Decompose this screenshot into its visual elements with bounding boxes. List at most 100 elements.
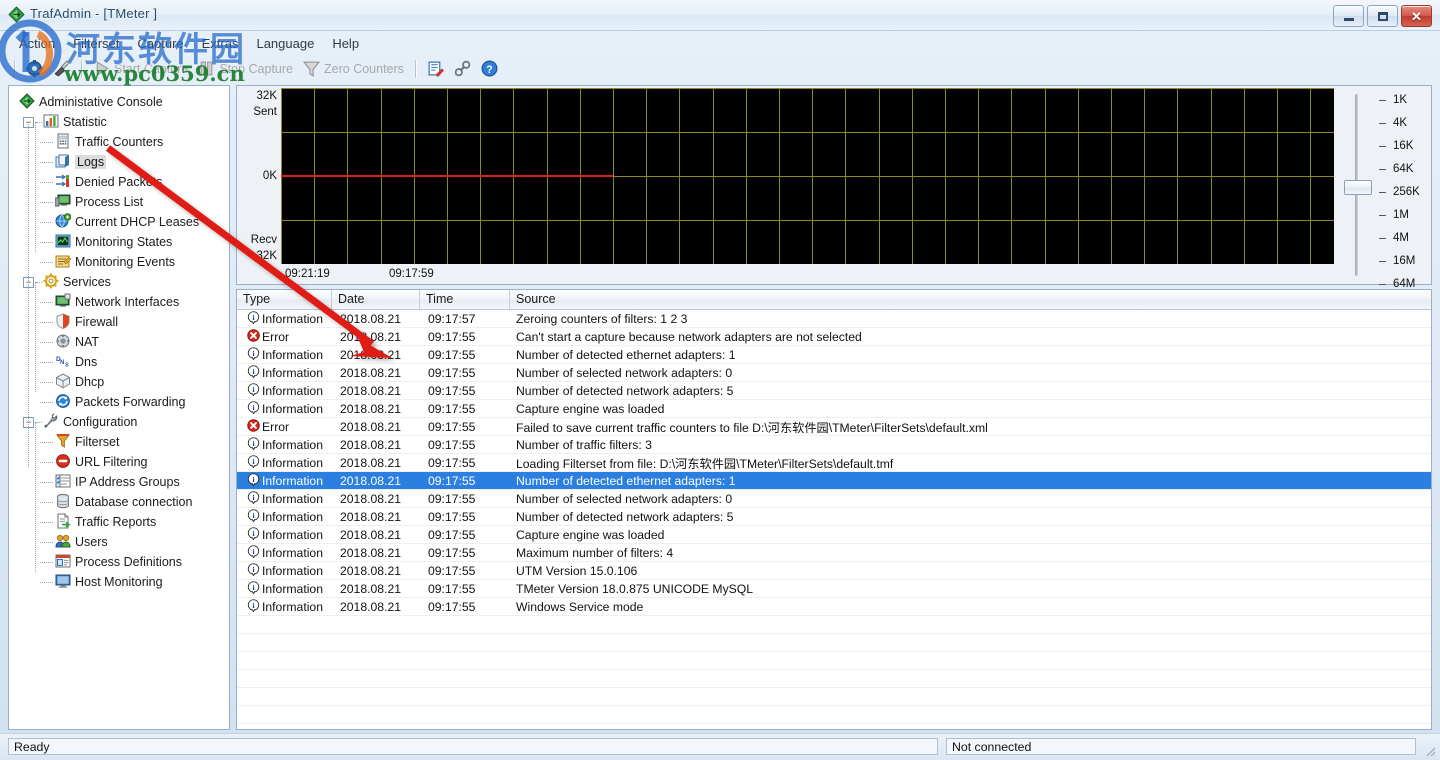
toolbar-clear-button[interactable] [48,58,75,80]
help-button[interactable]: ? [476,58,503,80]
log-table[interactable]: Type Date Time Source iInformation2018.0… [236,289,1432,730]
menu-capture[interactable]: Capture [128,33,192,54]
table-row[interactable]: iInformation2018.08.2109:17:55Capture en… [237,400,1431,418]
minimize-button[interactable] [1333,5,1364,27]
table-row[interactable]: iInformation2018.08.2109:17:55UTM Versio… [237,562,1431,580]
sidebar-item-process-list[interactable]: Process List [9,192,229,212]
link-button[interactable] [449,58,476,80]
menu-language[interactable]: Language [247,33,323,54]
menu-filterset[interactable]: Filterset [64,33,128,54]
table-row[interactable]: iInformation2018.08.2109:17:55Number of … [237,346,1431,364]
table-empty-row [237,670,1431,688]
menu-action[interactable]: Action [10,33,64,54]
sidebar-item-label: Logs [75,155,106,169]
sidebar-item-users[interactable]: Users [9,532,229,552]
table-row[interactable]: iInformation2018.08.2109:17:55Number of … [237,382,1431,400]
sidebar-item-filterset[interactable]: Filterset [9,432,229,452]
edit-filter-button[interactable] [422,58,449,80]
sidebar-item-dns[interactable]: DNSDns [9,352,229,372]
table-row[interactable]: iInformation2018.08.2109:17:55Number of … [237,508,1431,526]
sidebar-item-ip-address-groups[interactable]: IP Address Groups [9,472,229,492]
graph-gridline-v [1144,88,1145,264]
column-header-type[interactable]: Type [237,290,332,309]
sidebar-item-host-monitoring[interactable]: Host Monitoring [9,572,229,592]
menu-help[interactable]: Help [323,33,368,54]
toolbar: Start Capture Stop Capture Zero Counters [0,55,1440,82]
close-button[interactable]: ✕ [1401,5,1432,27]
log-time-cell: 09:17:55 [420,510,510,524]
table-row[interactable]: iInformation2018.08.2109:17:55Number of … [237,472,1431,490]
tree-group-configuration[interactable]: −Configuration [9,412,229,432]
sidebar-item-dhcp[interactable]: Dhcp [9,372,229,392]
tree-group-services[interactable]: −Services [9,272,229,292]
sidebar-item-nat[interactable]: NAT [9,332,229,352]
svg-text:i: i [252,438,254,447]
svg-text:i: i [252,348,254,357]
log-type-label: Information [262,528,323,542]
nat-icon [55,333,71,352]
navigation-tree-panel[interactable]: Administative Console−StatisticTraffic C… [8,85,230,730]
toolbar-settings-button[interactable] [21,58,48,80]
slider-thumb[interactable] [1344,180,1372,195]
sidebar-item-packets-forwarding[interactable]: Packets Forwarding [9,392,229,412]
table-row[interactable]: iInformation2018.08.2109:17:55Number of … [237,364,1431,382]
dns-icon: DNS [55,353,71,372]
column-header-date[interactable]: Date [332,290,420,309]
table-row[interactable]: iInformation2018.08.2109:17:55Loading Fi… [237,454,1431,472]
sidebar-item-logs[interactable]: Logs [9,152,229,172]
table-row[interactable]: iInformation2018.08.2109:17:55Number of … [237,436,1431,454]
funnel-icon [303,60,320,77]
database-icon [55,493,71,512]
sidebar-item-monitoring-events[interactable]: Monitoring Events [9,252,229,272]
start-capture-button[interactable]: Start Capture [88,58,193,80]
zero-counters-button[interactable]: Zero Counters [298,58,409,80]
log-date-cell: 2018.08.21 [332,456,420,470]
log-source-cell: Zeroing counters of filters: 1 2 3 [510,312,1431,326]
table-row[interactable]: iInformation2018.08.2109:17:55Maximum nu… [237,544,1431,562]
table-row[interactable]: Error2018.08.2109:17:55Failed to save cu… [237,418,1431,436]
slider-tick [1379,192,1386,193]
sidebar-item-denied-packets[interactable]: Denied Packets [9,172,229,192]
filter-funnel-icon [55,433,71,452]
log-type-label: Information [262,456,323,470]
diamond-green-icon [19,93,35,112]
log-source-cell: Number of selected network adapters: 0 [510,366,1431,380]
users-icon [55,533,71,552]
sidebar-item-current-dhcp-leases[interactable]: Current DHCP Leases [9,212,229,232]
sidebar-item-traffic-counters[interactable]: Traffic Counters [9,132,229,152]
column-header-source[interactable]: Source [510,290,1431,309]
tree-root[interactable]: Administative Console [9,92,229,112]
tree-group-statistic[interactable]: −Statistic [9,112,229,132]
sidebar-item-network-interfaces[interactable]: Network Interfaces [9,292,229,312]
log-type-label: Information [262,402,323,416]
svg-text:i: i [252,600,254,609]
sidebar-item-process-definitions[interactable]: Process Definitions [9,552,229,572]
log-source-cell: UTM Version 15.0.106 [510,564,1431,578]
table-row[interactable]: iInformation2018.08.2109:17:55Capture en… [237,526,1431,544]
slider-tick [1379,169,1386,170]
graph-scale-slider[interactable]: 1K4K16K64K256K1M4M16M64M [1337,88,1429,284]
menu-extras[interactable]: Extras [193,33,248,54]
sidebar-item-firewall[interactable]: Firewall [9,312,229,332]
svg-text:i: i [252,402,254,411]
info-icon: i [247,311,260,327]
table-row[interactable]: iInformation2018.08.2109:17:57Zeroing co… [237,310,1431,328]
stop-capture-button[interactable]: Stop Capture [193,58,298,80]
table-row[interactable]: Error2018.08.2109:17:55Can't start a cap… [237,328,1431,346]
svg-text:?: ? [486,64,492,76]
table-row[interactable]: iInformation2018.08.2109:17:55Windows Se… [237,598,1431,616]
sidebar-item-monitoring-states[interactable]: Monitoring States [9,232,229,252]
table-row[interactable]: iInformation2018.08.2109:17:55Number of … [237,490,1431,508]
sidebar-item-traffic-reports[interactable]: Traffic Reports [9,512,229,532]
log-source-cell: Failed to save current traffic counters … [510,418,1431,436]
column-header-time[interactable]: Time [420,290,510,309]
graph-gridline-v [1277,88,1278,264]
resize-grip-icon[interactable] [1423,744,1437,758]
slider-tick [1379,215,1386,216]
table-row[interactable]: iInformation2018.08.2109:17:55TMeter Ver… [237,580,1431,598]
sidebar-item-database-connection[interactable]: Database connection [9,492,229,512]
slider-tick [1379,238,1386,239]
sidebar-item-url-filtering[interactable]: URL Filtering [9,452,229,472]
maximize-button[interactable] [1367,5,1398,27]
graph-gridline-v [679,88,680,264]
